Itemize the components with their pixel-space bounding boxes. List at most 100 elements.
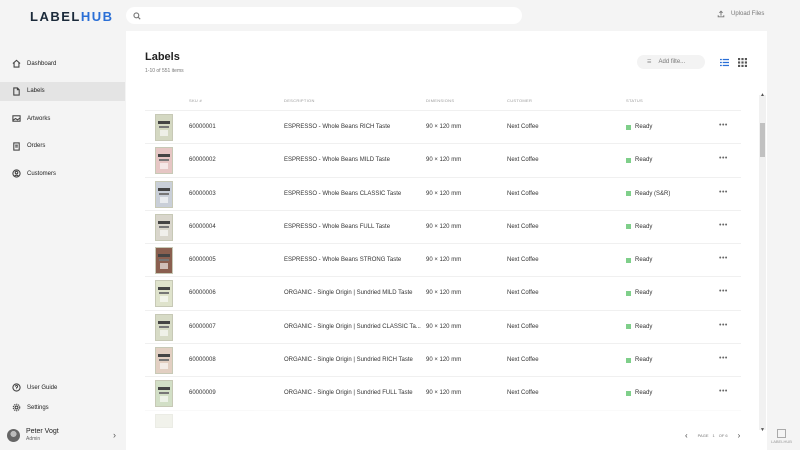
table-row[interactable]: 60000006 ORGANIC - Single Origin | Sundr… xyxy=(145,276,741,309)
user-role: Admin xyxy=(26,436,41,442)
sidebar-item-label: Orders xyxy=(27,143,46,149)
sidebar-item-user-guide[interactable]: User Guide xyxy=(0,378,125,397)
status-dot-icon xyxy=(626,191,631,197)
more-options-icon[interactable]: ••• xyxy=(719,222,728,229)
more-options-icon[interactable]: ••• xyxy=(719,322,728,329)
row-sku: 60000005 xyxy=(189,257,216,264)
more-options-icon[interactable]: ••• xyxy=(719,255,728,262)
status-badge: Ready xyxy=(626,157,652,163)
sidebar-item-customers[interactable]: Customers xyxy=(0,164,125,183)
grid-view-icon[interactable] xyxy=(738,58,747,67)
row-sku: 60000008 xyxy=(189,357,216,364)
column-header-description[interactable]: DESCRIPTION xyxy=(284,98,315,103)
scrollbar[interactable]: ▲ ▼ xyxy=(759,92,766,433)
row-customer: Next Coffee xyxy=(507,357,539,364)
sidebar-item-settings[interactable]: Settings xyxy=(0,398,125,417)
search-input[interactable] xyxy=(146,12,522,19)
row-customer: Next Coffee xyxy=(507,390,539,397)
status-dot-icon xyxy=(626,324,631,330)
row-dimensions: 90 × 120 mm xyxy=(426,223,462,230)
row-customer: Next Coffee xyxy=(507,323,539,330)
table-row[interactable]: 60000004 ESPRESSO - Whole Beans FULL Tas… xyxy=(145,209,741,243)
upload-icon xyxy=(717,10,725,18)
sidebar-item-label: Settings xyxy=(27,404,49,411)
row-description: ESPRESSO - Whole Beans MILD Taste xyxy=(284,157,390,164)
search-bar[interactable] xyxy=(126,7,522,24)
main-panel: Labels 1-10 of 551 items ☰ Add filte... … xyxy=(126,31,767,450)
brand-mark: LABELHUB xyxy=(771,429,792,444)
status-dot-icon xyxy=(626,290,631,296)
orders-icon xyxy=(13,141,20,151)
prev-page-icon[interactable]: ‹ xyxy=(685,431,688,440)
page-number[interactable]: 1 xyxy=(713,433,715,438)
table-row[interactable] xyxy=(145,409,741,430)
sidebar-item-dashboard[interactable]: Dashboard xyxy=(0,54,125,73)
row-customer: Next Coffee xyxy=(507,124,539,130)
row-sku: 60000007 xyxy=(189,323,216,330)
table-header: SKU # DESCRIPTION DIMENSIONS CUSTOMER ST… xyxy=(145,96,741,106)
table-row[interactable]: 60000009 ORGANIC - Single Origin | Sundr… xyxy=(145,376,741,409)
table-row[interactable]: 60000007 ORGANIC - Single Origin | Sundr… xyxy=(145,309,741,343)
more-options-icon[interactable]: ••• xyxy=(719,288,728,295)
row-dimensions: 90 × 120 mm xyxy=(426,190,462,197)
scroll-up-icon[interactable]: ▲ xyxy=(759,92,766,98)
sidebar-item-label: Labels xyxy=(27,88,45,94)
column-header-dimensions[interactable]: DIMENSIONS xyxy=(426,98,454,103)
help-icon xyxy=(12,383,21,392)
label-thumbnail xyxy=(155,313,173,341)
table-row[interactable]: 60000008 ORGANIC - Single Origin | Sundr… xyxy=(145,343,741,376)
add-filter-button[interactable]: ☰ Add filte... xyxy=(637,55,705,69)
row-dimensions: 90 × 120 mm xyxy=(426,290,462,297)
row-dimensions: 90 × 120 mm xyxy=(426,357,462,364)
table-row[interactable]: 60000005 ESPRESSO - Whole Beans STRONG T… xyxy=(145,243,741,276)
more-options-icon[interactable]: ••• xyxy=(719,122,728,129)
status-badge: Ready xyxy=(626,357,652,363)
column-header-sku[interactable]: SKU # xyxy=(189,98,202,103)
table-row[interactable]: 60000003 ESPRESSO - Whole Beans CLASSIC … xyxy=(145,176,741,210)
next-page-icon[interactable]: › xyxy=(738,431,741,440)
table-row[interactable]: 60000002 ESPRESSO - Whole Beans MILD Tas… xyxy=(145,143,741,176)
row-dimensions: 90 × 120 mm xyxy=(426,257,462,264)
user-name: Peter Vogt xyxy=(26,428,59,435)
more-options-icon[interactable]: ••• xyxy=(719,155,728,162)
more-options-icon[interactable]: ••• xyxy=(719,189,728,196)
label-thumbnail xyxy=(155,147,173,175)
row-dimensions: 90 × 120 mm xyxy=(426,323,462,330)
sidebar-item-label: User Guide xyxy=(27,384,58,391)
row-customer: Next Coffee xyxy=(507,223,539,230)
more-options-icon[interactable]: ••• xyxy=(719,388,728,395)
scrollbar-thumb[interactable] xyxy=(760,123,765,157)
status-dot-icon xyxy=(626,224,631,230)
page-label: PAGE xyxy=(697,433,709,438)
upload-files-button[interactable]: Upload Files xyxy=(717,10,764,18)
page-title: Labels xyxy=(145,51,180,63)
label-thumbnail xyxy=(155,413,173,428)
status-dot-icon xyxy=(626,390,631,396)
more-options-icon[interactable]: ••• xyxy=(719,355,728,362)
status-badge: Ready xyxy=(626,224,652,230)
scroll-down-icon[interactable]: ▼ xyxy=(759,427,766,433)
items-count: 1-10 of 551 items xyxy=(145,68,184,74)
table-row[interactable]: 60000001 ESPRESSO - Whole Beans RICH Tas… xyxy=(145,110,741,143)
label-thumbnail xyxy=(155,247,173,275)
home-icon xyxy=(12,59,21,68)
sidebar-item-labels[interactable]: Labels xyxy=(0,81,125,101)
upload-label: Upload Files xyxy=(731,11,765,17)
column-header-customer[interactable]: CUSTOMER xyxy=(507,98,532,103)
sidebar-item-orders[interactable]: Orders xyxy=(0,137,125,156)
labels-table: 60000001 ESPRESSO - Whole Beans RICH Tas… xyxy=(145,110,741,430)
sidebar-item-artworks[interactable]: Artworks xyxy=(0,109,125,128)
sidebar: LABELHUB Dashboard Labels Artworks Order… xyxy=(0,0,125,450)
column-header-status[interactable]: STATUS xyxy=(626,98,643,103)
brand-mark-label: LABELHUB xyxy=(771,439,792,444)
status-badge: Ready (S&R) xyxy=(626,191,670,197)
app-logo[interactable]: LABELHUB xyxy=(30,9,114,24)
add-filter-label: Add filte... xyxy=(658,59,686,65)
row-sku: 60000006 xyxy=(189,290,216,297)
list-view-icon[interactable] xyxy=(720,58,729,67)
sidebar-nav: Dashboard Labels Artworks Orders Custome… xyxy=(0,54,125,192)
brand-mark-icon xyxy=(776,429,786,438)
label-thumbnail xyxy=(155,280,173,308)
row-description: ORGANIC - Single Origin | Sundried MILD … xyxy=(284,290,413,297)
user-profile[interactable]: Peter Vogt Admin › xyxy=(7,424,122,446)
